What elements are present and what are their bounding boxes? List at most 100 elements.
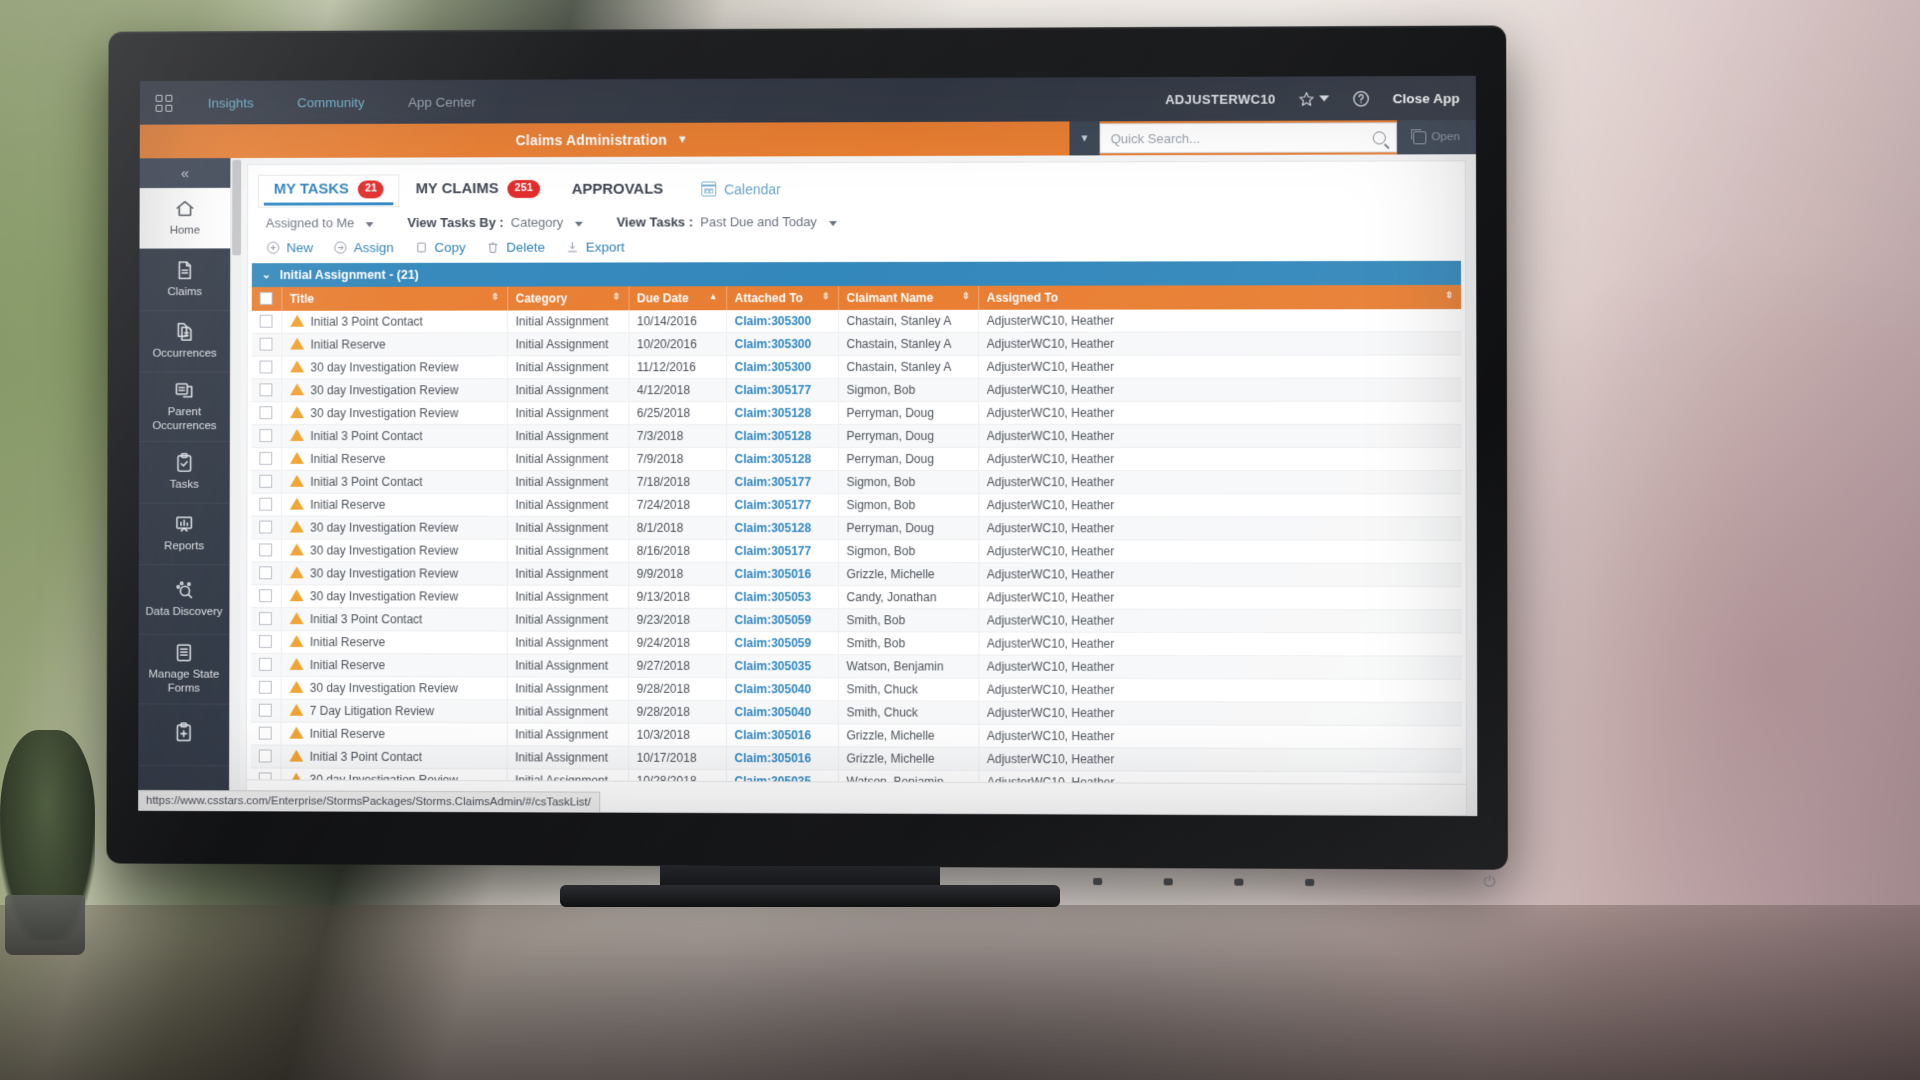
row-checkbox[interactable] (259, 451, 273, 465)
claim-link[interactable]: Claim:305040 (734, 682, 811, 696)
row-checkbox[interactable] (259, 588, 272, 602)
assign-button[interactable]: Assign (333, 240, 394, 255)
claim-link[interactable]: Claim:305128 (735, 406, 812, 420)
cell-attached-to[interactable]: Claim:305016 (725, 723, 838, 747)
table-row[interactable]: Initial Reserve Initial Assignment 10/20/2… (251, 331, 1462, 356)
row-checkbox-cell[interactable] (250, 721, 281, 745)
row-checkbox-cell[interactable] (251, 584, 281, 608)
table-row[interactable]: Initial Reserve Initial Assignment 7/9/201… (251, 447, 1462, 471)
sidebar-item-reports[interactable]: Reports (138, 503, 230, 566)
cell-attached-to[interactable]: Claim:305128 (726, 401, 839, 425)
claim-link[interactable]: Claim:305177 (735, 475, 812, 489)
row-checkbox[interactable] (258, 634, 272, 648)
claim-link[interactable]: Claim:305177 (735, 498, 812, 512)
delete-button[interactable]: Delete (486, 239, 545, 254)
row-checkbox[interactable] (259, 543, 273, 557)
chevron-down-icon[interactable] (574, 221, 583, 227)
cell-attached-to[interactable]: Claim:305053 (726, 585, 838, 609)
claim-link[interactable]: Claim:305053 (735, 590, 812, 604)
claim-link[interactable]: Claim:305016 (734, 751, 811, 765)
claim-link[interactable]: Claim:305128 (735, 521, 812, 535)
table-row[interactable]: 30 day Investigation Review Initial Assig… (251, 354, 1462, 379)
row-checkbox-cell[interactable] (250, 698, 281, 722)
chevron-down-icon[interactable] (828, 220, 837, 226)
apps-grid-icon[interactable] (155, 94, 173, 112)
table-row[interactable]: 30 day Investigation Review Initial Assig… (251, 515, 1462, 540)
row-checkbox[interactable] (259, 405, 273, 419)
cell-attached-to[interactable]: Claim:305128 (726, 424, 839, 448)
table-row[interactable]: 30 day Investigation Review Initial Assig… (250, 676, 1462, 703)
claim-link[interactable]: Claim:305040 (734, 705, 811, 719)
tab-my-tasks[interactable]: MY TASKS 21 (257, 174, 400, 208)
select-all-checkbox[interactable] (259, 291, 273, 305)
scrollbar-thumb[interactable] (232, 160, 242, 256)
claim-link[interactable]: Claim:305016 (734, 728, 811, 742)
row-checkbox-cell[interactable] (251, 401, 282, 425)
claim-link[interactable]: Claim:305128 (735, 429, 812, 443)
column-select-all[interactable] (251, 286, 282, 311)
row-checkbox[interactable] (259, 566, 272, 580)
row-checkbox-cell[interactable] (251, 630, 281, 654)
claim-link[interactable]: Claim:305300 (735, 314, 812, 328)
row-checkbox-cell[interactable] (251, 355, 282, 379)
cell-attached-to[interactable]: Claim:305300 (726, 355, 839, 379)
claim-link[interactable]: Claim:305177 (735, 383, 812, 397)
row-checkbox-cell[interactable] (251, 378, 282, 402)
column-category[interactable]: Category ⇳ (507, 286, 629, 311)
sidebar-item-claims[interactable]: Claims (139, 249, 231, 312)
column-claimant-name[interactable]: Claimant Name ⇳ (838, 285, 979, 310)
row-checkbox-cell[interactable] (251, 653, 281, 677)
column-attached-to[interactable]: Attached To ⇳ (726, 285, 839, 310)
row-checkbox-cell[interactable] (250, 676, 281, 700)
cell-attached-to[interactable]: Claim:305177 (726, 470, 838, 494)
row-checkbox-cell[interactable] (251, 561, 281, 585)
sort-icon[interactable]: ⇳ (1445, 290, 1453, 301)
content-scrollbar[interactable]: ▲ (228, 157, 242, 812)
claim-link[interactable]: Claim:305035 (734, 659, 811, 673)
open-button[interactable]: Open (1396, 120, 1477, 155)
tab-approvals[interactable]: APPROVALS (556, 174, 680, 206)
nav-link-insights[interactable]: Insights (208, 95, 254, 110)
column-title[interactable]: Title ⇳ (281, 286, 508, 311)
row-checkbox[interactable] (258, 726, 272, 740)
chevron-down-icon[interactable] (365, 221, 374, 227)
sidebar-item-occurrences[interactable]: Occurrences (139, 310, 231, 373)
application-title[interactable]: Claims Administration ▼ (140, 130, 1069, 149)
row-checkbox-cell[interactable] (251, 470, 282, 493)
cell-attached-to[interactable]: Claim:305035 (725, 654, 838, 678)
cell-attached-to[interactable]: Claim:305177 (726, 539, 838, 563)
filter-view-tasks-by[interactable]: View Tasks By : Category (407, 214, 583, 230)
power-button-icon[interactable]: ⏻ (1482, 874, 1498, 891)
sidebar-item-tasks[interactable]: Tasks (138, 442, 230, 504)
claim-link[interactable]: Claim:305059 (734, 636, 811, 650)
table-row[interactable]: 30 day Investigation Review Initial Assig… (251, 400, 1462, 425)
cell-attached-to[interactable]: Claim:305040 (725, 677, 838, 701)
cell-attached-to[interactable]: Claim:305128 (726, 447, 838, 471)
cell-attached-to[interactable]: Claim:305016 (725, 746, 838, 770)
table-row[interactable]: Initial Reserve Initial Assignment 7/24/20… (251, 492, 1462, 517)
sidebar-item-parent-occurrences[interactable]: Parent Occurrences (139, 372, 230, 443)
export-button[interactable]: Export (565, 239, 625, 254)
favorite-star-dropdown[interactable] (1298, 90, 1329, 107)
row-checkbox[interactable] (258, 703, 272, 717)
tab-my-claims[interactable]: MY CLAIMS 251 (400, 174, 556, 207)
sort-icon[interactable]: ⇳ (613, 291, 621, 302)
row-checkbox-cell[interactable] (251, 607, 281, 631)
table-row[interactable]: Initial Reserve Initial Assignment 9/27/20… (251, 653, 1462, 680)
claim-link[interactable]: Claim:305059 (734, 613, 811, 627)
column-due-date[interactable]: Due Date ▲ (628, 285, 727, 311)
row-checkbox[interactable] (259, 474, 273, 488)
cell-attached-to[interactable]: Claim:305177 (726, 378, 839, 402)
cell-attached-to[interactable]: Claim:305016 (726, 562, 838, 586)
table-row[interactable]: Initial 3 Point Contact Initial Assignmen… (251, 470, 1462, 494)
row-checkbox-cell[interactable] (251, 310, 282, 333)
search-input[interactable] (1110, 129, 1373, 146)
tab-calendar[interactable]: Calendar (679, 175, 795, 206)
cell-attached-to[interactable]: Claim:305059 (725, 631, 838, 655)
panel-toggle-caret[interactable]: ▼ (1069, 121, 1100, 156)
table-row[interactable]: 30 day Investigation Review Initial Assig… (251, 584, 1462, 610)
sidebar-item-data-discovery[interactable]: Data Discovery (138, 565, 230, 635)
row-checkbox[interactable] (259, 337, 273, 351)
claim-link[interactable]: Claim:305300 (735, 360, 812, 374)
row-checkbox-cell[interactable] (251, 332, 282, 356)
